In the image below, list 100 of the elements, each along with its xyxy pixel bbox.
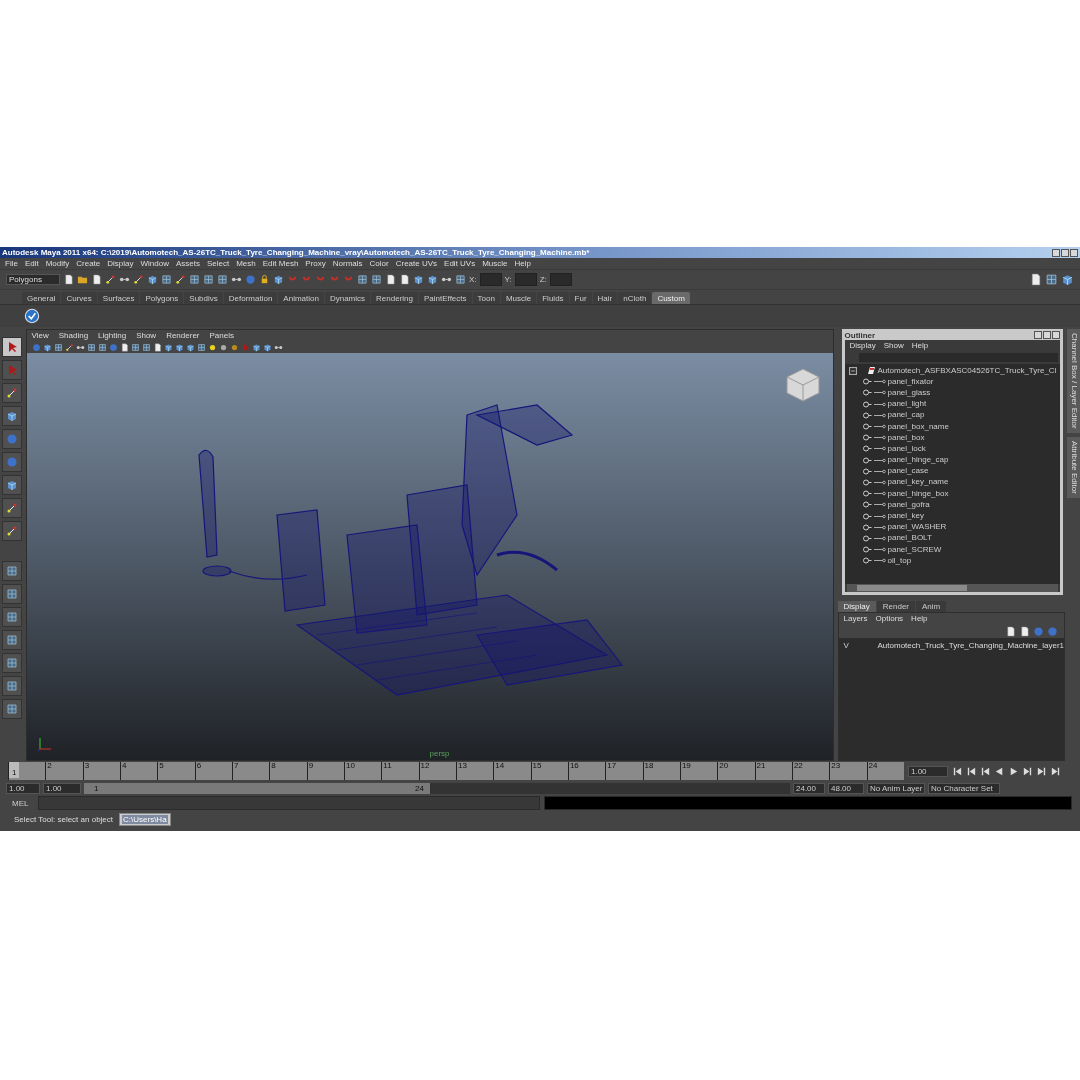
tree-item[interactable]: panel_box_name (887, 422, 949, 431)
menu-item[interactable]: Mesh (236, 259, 256, 268)
shelf-tab[interactable]: Fluids (537, 292, 569, 304)
menu-item[interactable]: Assets (175, 259, 200, 268)
grid-icon[interactable] (217, 274, 228, 285)
grid-icon[interactable] (357, 274, 368, 285)
cube-icon[interactable] (1061, 273, 1074, 286)
shelf-tab[interactable]: PaintEffects (419, 292, 472, 304)
tree-item[interactable]: panel_WASHER (887, 523, 947, 532)
tree-item[interactable]: panel_gofra (887, 500, 930, 509)
last-icon[interactable] (1022, 765, 1033, 777)
shelf-tab[interactable]: Custom (652, 292, 690, 304)
tree-item[interactable]: panel_BOLT (887, 534, 932, 543)
tree-item[interactable]: oil_top (887, 556, 912, 565)
tree-item[interactable]: panel_cap (887, 411, 925, 420)
coordinate-field[interactable] (514, 273, 537, 286)
cube-icon[interactable] (251, 342, 261, 352)
last-icon[interactable] (1036, 765, 1047, 777)
tree-item[interactable]: panel_light (887, 400, 927, 409)
menu-item[interactable]: Muscle (482, 259, 508, 268)
menu-item[interactable]: Select (206, 259, 230, 268)
menu-item[interactable]: Help (514, 259, 531, 268)
panel-menu-item[interactable]: Panels (209, 331, 234, 340)
outliner-menu-item[interactable]: Display (849, 341, 876, 350)
page-icon[interactable] (399, 274, 410, 285)
side-tab[interactable]: Attribute Editor (1067, 436, 1080, 498)
grid-icon[interactable] (1045, 273, 1058, 286)
layer-editor-tab[interactable]: Display (837, 601, 876, 612)
shelf-tab[interactable]: Hair (592, 292, 618, 304)
tree-item[interactable]: panel_glass (887, 388, 931, 397)
tree-item[interactable]: panel_key_name (887, 478, 949, 487)
layer-menu-item[interactable]: Layers (843, 614, 868, 623)
end-time-field[interactable]: 48.00 (828, 782, 864, 794)
layer-name[interactable]: Automotech_Truck_Tyre_Changing_Machine_layer1 (877, 641, 1064, 650)
command-language-label[interactable]: MEL (6, 798, 34, 808)
grid-icon[interactable] (455, 274, 466, 285)
close-button[interactable] (1070, 248, 1078, 257)
outliner-menu-item[interactable]: Show (883, 341, 904, 350)
shelf-tab[interactable]: Rendering (371, 292, 418, 304)
tree-item[interactable]: panel_case (887, 467, 929, 476)
mode-dropdown[interactable]: Polygons (6, 274, 60, 285)
menu-item[interactable]: Edit Mesh (262, 259, 299, 268)
menu-item[interactable]: Create (76, 259, 101, 268)
playback-icon[interactable] (994, 765, 1005, 777)
view-cube-icon[interactable] (786, 368, 819, 402)
menu-item[interactable]: Proxy (305, 259, 326, 268)
side-tab[interactable]: Channel Box / Layer Editor (1067, 329, 1080, 433)
horizontal-scrollbar[interactable] (846, 584, 1058, 592)
anim-layer-dropdown[interactable]: No Anim Layer (867, 782, 925, 794)
coordinate-field[interactable] (549, 273, 572, 286)
page-icon[interactable] (385, 274, 396, 285)
shelf-tab[interactable]: Subdivs (184, 292, 223, 304)
panel-menu-item[interactable]: Lighting (98, 331, 127, 340)
menu-item[interactable]: Color (369, 259, 389, 268)
page-icon[interactable] (63, 274, 74, 285)
grid-icon[interactable] (203, 274, 214, 285)
cube-icon[interactable] (262, 342, 272, 352)
layer-menu-item[interactable]: Help (911, 614, 928, 623)
layer-editor-tab[interactable]: Anim (916, 601, 947, 612)
first-icon[interactable] (952, 765, 963, 777)
menu-item[interactable]: File (5, 259, 18, 268)
cube-icon[interactable] (185, 342, 195, 352)
last-icon[interactable] (1050, 765, 1061, 777)
tree-item[interactable]: panel_hinge_cap (887, 456, 949, 465)
shelf-tab[interactable]: Surfaces (97, 292, 140, 304)
cube-icon[interactable] (42, 342, 52, 352)
first-icon[interactable] (980, 765, 991, 777)
viewport[interactable]: persp (26, 353, 833, 760)
visibility-toggle[interactable]: V (843, 641, 858, 650)
layer-menu-item[interactable]: Options (875, 614, 904, 623)
shelf-tab[interactable]: Fur (569, 292, 592, 304)
tree-item[interactable]: Automotech_ASFBXASC04526TC_Truck_Tyre_Cl (877, 366, 1057, 375)
grid-icon[interactable] (130, 342, 140, 352)
page-icon[interactable] (1029, 273, 1042, 286)
panel-menu-item[interactable]: Shading (58, 331, 89, 340)
tree-item[interactable]: panel_key (887, 512, 924, 521)
shelf-tab[interactable]: Animation (278, 292, 324, 304)
first-icon[interactable] (966, 765, 977, 777)
shelf-tab[interactable]: Muscle (500, 292, 537, 304)
grid-icon[interactable] (189, 274, 200, 285)
playback-start-field[interactable]: 1.00 (43, 782, 81, 794)
collapse-icon[interactable] (848, 366, 857, 375)
folder-icon[interactable] (77, 274, 88, 285)
tree-item[interactable]: panel_fixator (887, 377, 934, 386)
tree-item[interactable]: panel_hinge_box (887, 489, 949, 498)
cube-icon[interactable] (273, 274, 284, 285)
layer-editor-tab[interactable]: Render (876, 601, 915, 612)
outliner-menu-item[interactable]: Help (911, 341, 929, 350)
maximize-button[interactable] (1061, 248, 1069, 257)
grid-icon[interactable] (196, 342, 206, 352)
panel-menu-item[interactable]: View (31, 331, 49, 340)
shelf-tab[interactable]: Toon (472, 292, 500, 304)
grid-icon[interactable] (371, 274, 382, 285)
maximize-button[interactable] (1043, 331, 1051, 339)
grid-icon[interactable] (141, 342, 151, 352)
menu-item[interactable]: Window (140, 259, 169, 268)
menu-item[interactable]: Edit (24, 259, 39, 268)
minimize-button[interactable] (1034, 331, 1042, 339)
grid-icon[interactable] (97, 342, 107, 352)
shelf-tab[interactable]: Curves (61, 292, 97, 304)
